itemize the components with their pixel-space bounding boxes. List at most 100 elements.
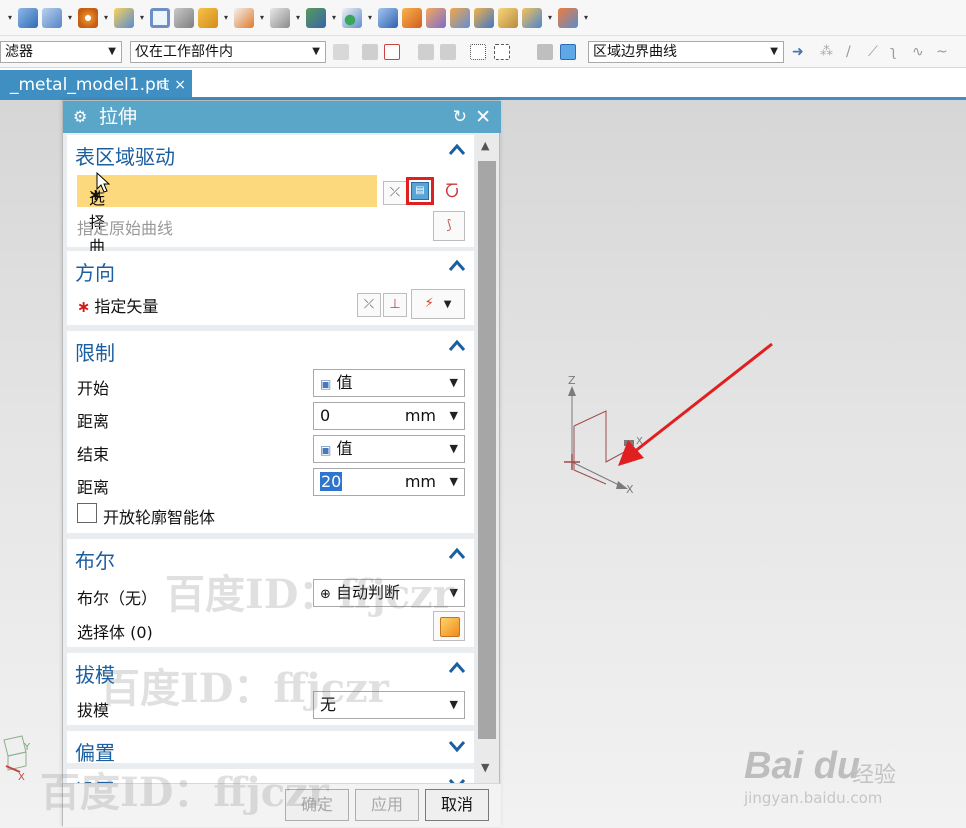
end-option-select[interactable]: ▣ 值 ▼ [313,435,465,463]
dropdown-arrow-icon[interactable]: ▾ [330,13,338,22]
document-tab-bar: _metal_model1.prt ⧉ × [0,68,966,100]
settings-icon[interactable] [333,44,349,60]
selection-toolbar: 滤器 ▼ 仅在工作部件内 ▼ 区域边界曲线 ▼ ➜ ⁂ / ⟋ ʅ ∿ ~ [0,36,966,68]
dropdown-arrow-icon[interactable]: ▾ [546,13,554,22]
line-icon[interactable]: / [846,44,862,60]
person-icon[interactable] [306,7,326,28]
collapse-icon[interactable] [448,141,466,159]
lasso-icon[interactable] [470,44,486,60]
axis-label-z: Z [568,374,576,387]
book-icon[interactable] [198,7,218,28]
dropdown-arrow-icon[interactable]: ▾ [102,13,110,22]
point-icon[interactable] [78,7,98,28]
dropdown-arrow-icon[interactable]: ▾ [66,13,74,22]
end-distance-input[interactable]: 20 mm ▼ [313,468,465,496]
add-point-icon[interactable] [342,7,362,28]
snap-icon[interactable] [362,44,378,60]
section-header-limits[interactable]: 限制 [75,337,115,366]
grid-cube-icon[interactable] [426,7,446,28]
collapse-icon[interactable] [448,545,466,563]
curve-icon[interactable]: Ⴀ [439,179,465,205]
section-header-direction[interactable]: 方向 [75,257,115,286]
expand-icon[interactable] [448,737,466,755]
cube-icon[interactable] [378,7,398,28]
subtract-icon[interactable] [474,7,494,28]
reset-icon[interactable]: ↻ [453,101,467,133]
dialog-titlebar[interactable]: ⚙ 拉伸 ↻ ✕ [63,101,501,133]
view-cube-icon[interactable] [560,44,576,60]
specify-vector-label: 指定矢量 [94,297,159,316]
rect-select-icon[interactable] [494,44,510,60]
start-label: 开始 [77,379,110,398]
watermark-text: 百度ID：ffjczr [165,571,454,618]
section-header-boolean[interactable]: 布尔 [75,545,115,574]
dropdown-arrow-icon[interactable]: ▾ [294,13,302,22]
show-solid-icon[interactable] [537,44,553,60]
baidu-jingyan-logo: Bai du 经验 jingyan.baidu.com [744,745,896,807]
scrollbar-thumb[interactable] [478,161,496,739]
clear-selection-button[interactable]: ⤫ [383,181,407,205]
face-icon[interactable] [18,7,38,28]
curve-select-icon[interactable]: ⁂ [820,44,836,60]
dropdown-arrow-icon[interactable]: ▾ [138,13,146,22]
dropdown-arrow-icon[interactable]: ▾ [222,13,230,22]
pattern-icon[interactable] [402,7,422,28]
select-curve-row[interactable]: ∗选择曲线 (0) [77,175,377,300]
close-icon[interactable]: × [174,70,186,100]
curve-rule-select[interactable]: 区域边界曲线 ▼ [588,41,784,63]
curve-icon[interactable]: ʅ [890,44,906,60]
collapse-icon[interactable] [448,337,466,355]
hand-icon[interactable] [440,44,456,60]
apply-button[interactable]: 应用 [355,789,419,821]
scroll-up-icon[interactable]: ▲ [481,139,489,152]
open-profile-checkbox[interactable] [77,503,97,523]
gear-icon[interactable]: ⚙ [73,101,87,133]
block-icon[interactable] [114,7,134,28]
expand-icon[interactable] [448,775,466,783]
dialog-scrollbar[interactable]: ▲ ▼ [475,133,499,783]
type-filter-select[interactable]: 滤器 ▼ [0,41,122,63]
scroll-down-icon[interactable]: ▼ [481,761,489,774]
axis-label-y-small: Y [23,742,31,753]
wave-icon[interactable]: ~ [936,44,952,60]
start-option-select[interactable]: ▣ 值 ▼ [313,369,465,397]
specify-vector-row[interactable]: ∗ 指定矢量 [77,293,158,317]
sketch-section-button[interactable]: ▤ [406,177,434,205]
arrow-right-icon[interactable]: ➜ [792,44,808,60]
pin-icon[interactable]: ⧉ [159,70,168,100]
align-icon[interactable] [418,44,434,60]
start-distance-input[interactable]: 0 mm ▼ [313,402,465,430]
shell-icon[interactable] [498,7,518,28]
unit-label: mm [404,406,436,425]
sketch-face-icon[interactable] [42,7,62,28]
vector-dialog-button[interactable]: ⊥ [383,293,407,317]
frame-icon[interactable] [150,7,170,28]
general-select-icon[interactable] [384,44,400,60]
chevron-down-icon: ▼ [449,442,458,455]
measure-icon[interactable] [270,7,290,28]
dropdown-arrow-icon[interactable]: ▾ [6,13,14,22]
reverse-direction-button[interactable]: ⤫ [357,293,381,317]
app-window: ▾ ▾ ▾ ▾ ▾ ▾ ▾ ▾ ▾ ▾ ▾ 滤器 ▼ 仅在工作部件内 ▼ 区域边… [0,0,966,828]
tab-model[interactable]: _metal_model1.prt ⧉ × [0,70,192,100]
dropdown-arrow-icon[interactable]: ▾ [258,13,266,22]
collapse-icon[interactable] [448,257,466,275]
sweep-icon[interactable] [174,7,194,28]
axis-tool-icon[interactable] [234,7,254,28]
dropdown-arrow-icon[interactable]: ▾ [366,13,374,22]
original-curve-button[interactable]: ⟆ [433,211,465,241]
section-header-region[interactable]: 表区域驱动 [75,141,175,170]
selection-scope-select[interactable]: 仅在工作部件内 ▼ [130,41,326,63]
brand-suffix: 经验 [852,763,897,788]
unit-label: mm [404,472,436,491]
line2-icon[interactable]: ⟋ [868,44,884,60]
layers-icon[interactable] [558,7,578,28]
collapse-icon[interactable] [448,659,466,677]
close-icon[interactable]: ✕ [475,101,491,133]
multi-body-icon[interactable] [450,7,470,28]
spline-icon[interactable]: ∿ [912,44,928,60]
inferred-vector-button[interactable]: ⚡ ▼ [411,289,465,319]
cancel-button[interactable]: 取消 [425,789,489,821]
t-feature-icon[interactable] [522,7,542,28]
dropdown-arrow-icon[interactable]: ▾ [582,13,590,22]
